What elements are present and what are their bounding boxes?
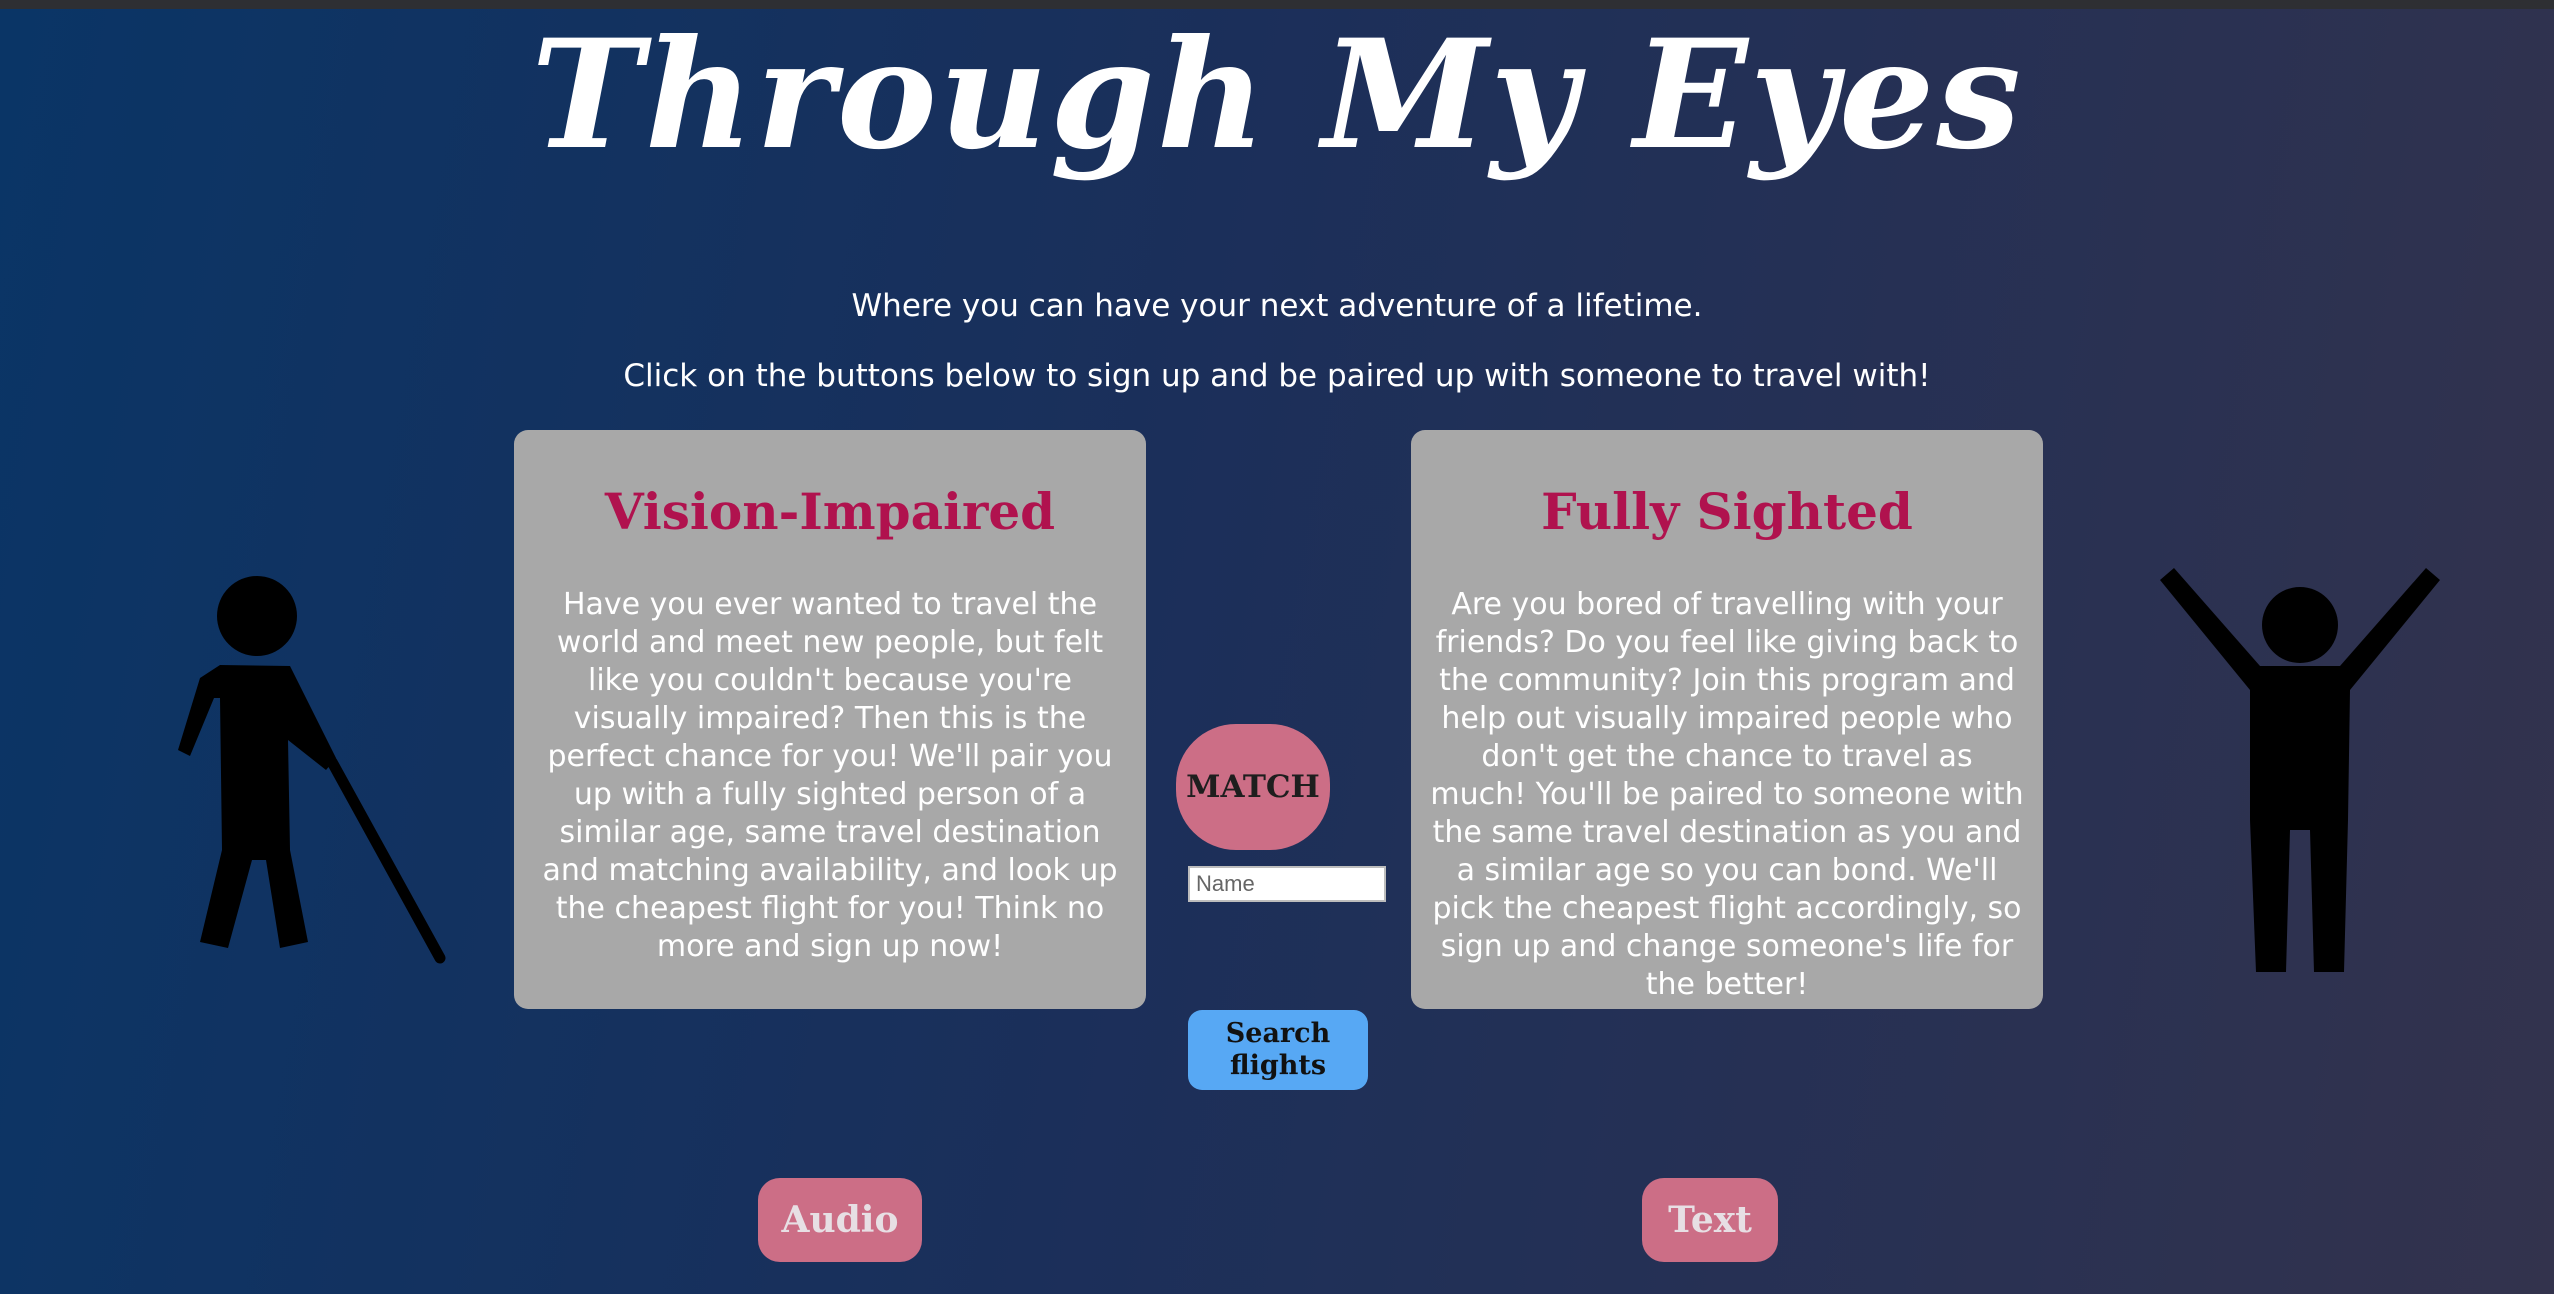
fully-sighted-heading: Fully Sighted <box>1541 482 1913 541</box>
person-arms-raised-icon <box>2160 568 2440 972</box>
search-flights-button[interactable]: Search flights <box>1188 1010 1368 1090</box>
vision-impaired-heading: Vision-Impaired <box>604 482 1056 541</box>
blind-person-with-cane-icon <box>178 576 446 964</box>
page-title: Through My Eyes <box>531 7 2023 183</box>
tagline-adventure: Where you can have your next adventure o… <box>851 288 1703 324</box>
tagline-instructions: Click on the buttons below to sign up an… <box>623 358 1931 394</box>
name-input[interactable] <box>1188 866 1386 902</box>
vision-impaired-description: Have you ever wanted to travel the world… <box>542 587 1118 964</box>
fully-sighted-description: Are you bored of travelling with your fr… <box>1430 587 2024 1002</box>
text-button[interactable]: Text <box>1642 1178 1778 1262</box>
vision-impaired-card: Vision-Impaired Have you ever wanted to … <box>514 430 1146 1009</box>
match-button[interactable]: MATCH <box>1176 724 1330 850</box>
fully-sighted-card: Fully Sighted Are you bored of travellin… <box>1411 430 2043 1009</box>
audio-button[interactable]: Audio <box>758 1178 922 1262</box>
